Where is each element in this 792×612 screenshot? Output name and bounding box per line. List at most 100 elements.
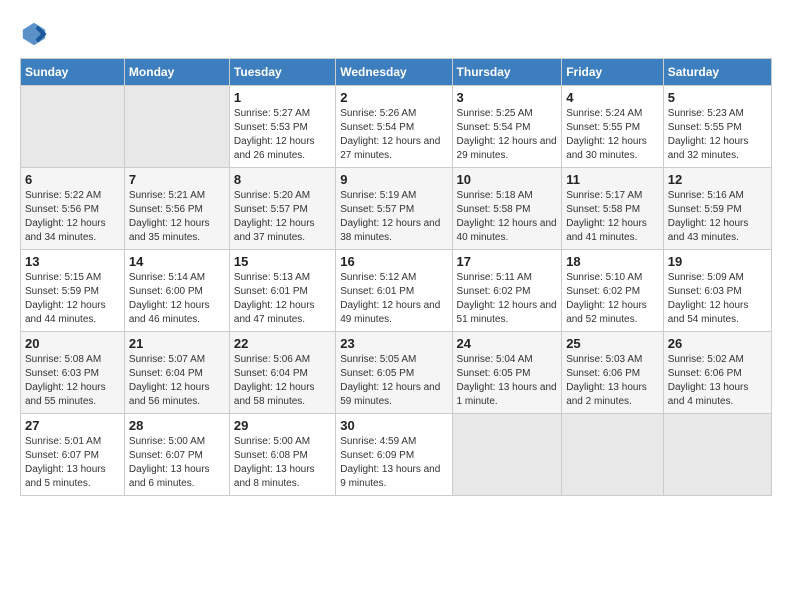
calendar-cell: 18 Sunrise: 5:10 AMSunset: 6:02 PMDayligh… xyxy=(562,250,664,332)
day-info: Sunrise: 5:16 AMSunset: 5:59 PMDaylight:… xyxy=(668,189,767,245)
day-number: 24 xyxy=(457,336,558,351)
calendar-cell: 15 Sunrise: 5:13 AMSunset: 6:01 PMDayligh… xyxy=(229,250,335,332)
day-number: 4 xyxy=(566,90,659,105)
day-info: Sunrise: 5:02 AMSunset: 6:06 PMDaylight:… xyxy=(668,353,767,409)
day-number: 28 xyxy=(129,418,225,433)
day-header-monday: Monday xyxy=(124,59,229,86)
calendar-cell: 17Sunrise: 5:11 AMSunset: 6:02 PMDayligh… xyxy=(452,250,562,332)
day-info: Sunrise: 5:09 AMSunset: 6:03 PMDaylight:… xyxy=(668,271,767,327)
day-number: 15 xyxy=(234,254,331,269)
day-info: Sunrise: 5:11 AMSunset: 6:02 PMDaylight:… xyxy=(457,271,558,327)
calendar-cell: 20 Sunrise: 5:08 AMSunset: 6:03 PMDayligh… xyxy=(21,332,125,414)
calendar-cell: 30Sunrise: 4:59 AMSunset: 6:09 PMDayligh… xyxy=(336,414,452,496)
day-number: 11 xyxy=(566,172,659,187)
calendar-cell: 22 Sunrise: 5:06 AMSunset: 6:04 PMDayligh… xyxy=(229,332,335,414)
calendar-cell xyxy=(452,414,562,496)
calendar-week-row: 27 Sunrise: 5:01 AMSunset: 6:07 PMDayligh… xyxy=(21,414,772,496)
day-info: Sunrise: 5:12 AMSunset: 6:01 PMDaylight:… xyxy=(340,271,447,327)
day-number: 23 xyxy=(340,336,447,351)
day-header-wednesday: Wednesday xyxy=(336,59,452,86)
day-info: Sunrise: 5:04 AMSunset: 6:05 PMDaylight:… xyxy=(457,353,558,409)
calendar-cell: 1 Sunrise: 5:27 AMSunset: 5:53 PMDaylight… xyxy=(229,86,335,168)
day-info: Sunrise: 5:15 AMSunset: 5:59 PMDaylight:… xyxy=(25,271,120,327)
calendar-cell: 28 Sunrise: 5:00 AMSunset: 6:07 PMDayligh… xyxy=(124,414,229,496)
calendar-cell: 11 Sunrise: 5:17 AMSunset: 5:58 PMDayligh… xyxy=(562,168,664,250)
calendar-cell: 29Sunrise: 5:00 AMSunset: 6:08 PMDayligh… xyxy=(229,414,335,496)
calendar-cell: 10 Sunrise: 5:18 AMSunset: 5:58 PMDayligh… xyxy=(452,168,562,250)
day-number: 19 xyxy=(668,254,767,269)
day-number: 18 xyxy=(566,254,659,269)
calendar-cell: 3 Sunrise: 5:25 AMSunset: 5:54 PMDaylight… xyxy=(452,86,562,168)
day-info: Sunrise: 5:14 AMSunset: 6:00 PMDaylight:… xyxy=(129,271,225,327)
day-number: 13 xyxy=(25,254,120,269)
day-info: Sunrise: 5:00 AMSunset: 6:07 PMDaylight:… xyxy=(129,435,225,491)
calendar-cell: 4 Sunrise: 5:24 AMSunset: 5:55 PMDaylight… xyxy=(562,86,664,168)
day-info: Sunrise: 5:13 AMSunset: 6:01 PMDaylight:… xyxy=(234,271,331,327)
calendar-cell: 5Sunrise: 5:23 AMSunset: 5:55 PMDaylight… xyxy=(663,86,771,168)
calendar-week-row: 1 Sunrise: 5:27 AMSunset: 5:53 PMDaylight… xyxy=(21,86,772,168)
logo xyxy=(20,20,52,48)
day-info: Sunrise: 5:20 AMSunset: 5:57 PMDaylight:… xyxy=(234,189,331,245)
calendar-cell: 14 Sunrise: 5:14 AMSunset: 6:00 PMDayligh… xyxy=(124,250,229,332)
day-info: Sunrise: 5:25 AMSunset: 5:54 PMDaylight:… xyxy=(457,107,558,163)
calendar-week-row: 13 Sunrise: 5:15 AMSunset: 5:59 PMDayligh… xyxy=(21,250,772,332)
day-info: Sunrise: 5:18 AMSunset: 5:58 PMDaylight:… xyxy=(457,189,558,245)
calendar-cell: 2 Sunrise: 5:26 AMSunset: 5:54 PMDaylight… xyxy=(336,86,452,168)
page-header xyxy=(20,20,772,48)
calendar-cell: 12 Sunrise: 5:16 AMSunset: 5:59 PMDayligh… xyxy=(663,168,771,250)
day-info: Sunrise: 5:22 AMSunset: 5:56 PMDaylight:… xyxy=(25,189,120,245)
calendar-cell: 16 Sunrise: 5:12 AMSunset: 6:01 PMDayligh… xyxy=(336,250,452,332)
calendar-cell: 13 Sunrise: 5:15 AMSunset: 5:59 PMDayligh… xyxy=(21,250,125,332)
day-header-friday: Friday xyxy=(562,59,664,86)
day-info: Sunrise: 5:01 AMSunset: 6:07 PMDaylight:… xyxy=(25,435,120,491)
day-number: 8 xyxy=(234,172,331,187)
day-info: Sunrise: 5:10 AMSunset: 6:02 PMDaylight:… xyxy=(566,271,659,327)
calendar-cell xyxy=(663,414,771,496)
day-number: 27 xyxy=(25,418,120,433)
calendar-cell: 26 Sunrise: 5:02 AMSunset: 6:06 PMDayligh… xyxy=(663,332,771,414)
day-info: Sunrise: 5:03 AMSunset: 6:06 PMDaylight:… xyxy=(566,353,659,409)
day-info: Sunrise: 5:08 AMSunset: 6:03 PMDaylight:… xyxy=(25,353,120,409)
day-number: 29 xyxy=(234,418,331,433)
calendar-table: SundayMondayTuesdayWednesdayThursdayFrid… xyxy=(20,58,772,496)
calendar-cell xyxy=(562,414,664,496)
day-info: Sunrise: 5:19 AMSunset: 5:57 PMDaylight:… xyxy=(340,189,447,245)
day-number: 25 xyxy=(566,336,659,351)
day-number: 9 xyxy=(340,172,447,187)
day-number: 3 xyxy=(457,90,558,105)
day-info: Sunrise: 5:06 AMSunset: 6:04 PMDaylight:… xyxy=(234,353,331,409)
day-number: 20 xyxy=(25,336,120,351)
calendar-cell: 9 Sunrise: 5:19 AMSunset: 5:57 PMDaylight… xyxy=(336,168,452,250)
calendar-cell: 7Sunrise: 5:21 AMSunset: 5:56 PMDaylight… xyxy=(124,168,229,250)
day-header-thursday: Thursday xyxy=(452,59,562,86)
day-info: Sunrise: 5:23 AMSunset: 5:55 PMDaylight:… xyxy=(668,107,767,163)
day-number: 22 xyxy=(234,336,331,351)
day-info: Sunrise: 5:27 AMSunset: 5:53 PMDaylight:… xyxy=(234,107,331,163)
day-number: 10 xyxy=(457,172,558,187)
day-header-tuesday: Tuesday xyxy=(229,59,335,86)
day-number: 12 xyxy=(668,172,767,187)
day-number: 7 xyxy=(129,172,225,187)
calendar-cell: 19 Sunrise: 5:09 AMSunset: 6:03 PMDayligh… xyxy=(663,250,771,332)
day-info: Sunrise: 5:17 AMSunset: 5:58 PMDaylight:… xyxy=(566,189,659,245)
calendar-cell: 23Sunrise: 5:05 AMSunset: 6:05 PMDayligh… xyxy=(336,332,452,414)
calendar-cell: 21 Sunrise: 5:07 AMSunset: 6:04 PMDayligh… xyxy=(124,332,229,414)
day-number: 14 xyxy=(129,254,225,269)
day-number: 1 xyxy=(234,90,331,105)
day-number: 2 xyxy=(340,90,447,105)
calendar-cell: 8 Sunrise: 5:20 AMSunset: 5:57 PMDaylight… xyxy=(229,168,335,250)
day-number: 21 xyxy=(129,336,225,351)
day-info: Sunrise: 5:26 AMSunset: 5:54 PMDaylight:… xyxy=(340,107,447,163)
day-number: 26 xyxy=(668,336,767,351)
calendar-cell xyxy=(124,86,229,168)
calendar-week-row: 20 Sunrise: 5:08 AMSunset: 6:03 PMDayligh… xyxy=(21,332,772,414)
calendar-header-row: SundayMondayTuesdayWednesdayThursdayFrid… xyxy=(21,59,772,86)
calendar-cell: 6 Sunrise: 5:22 AMSunset: 5:56 PMDaylight… xyxy=(21,168,125,250)
logo-icon xyxy=(20,20,48,48)
day-header-sunday: Sunday xyxy=(21,59,125,86)
day-number: 16 xyxy=(340,254,447,269)
day-number: 30 xyxy=(340,418,447,433)
day-info: Sunrise: 5:24 AMSunset: 5:55 PMDaylight:… xyxy=(566,107,659,163)
day-info: Sunrise: 5:07 AMSunset: 6:04 PMDaylight:… xyxy=(129,353,225,409)
day-number: 6 xyxy=(25,172,120,187)
